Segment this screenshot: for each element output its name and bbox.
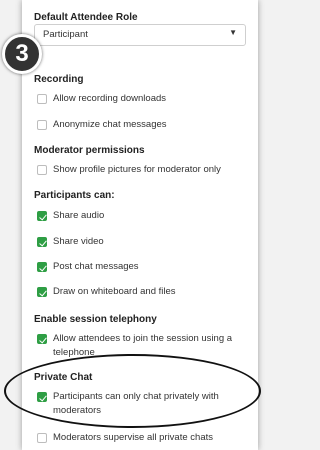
- telephone-join-checkbox[interactable]: [37, 334, 47, 344]
- session-settings-panel: Default Attendee Role Participant ▼ Reco…: [22, 0, 258, 450]
- recording-heading: Recording: [34, 74, 84, 85]
- default-role-heading: Default Attendee Role: [34, 12, 138, 23]
- draw-on-whiteboard-checkbox[interactable]: [37, 287, 47, 297]
- default-role-value: Participant: [43, 29, 88, 40]
- private-chat-heading: Private Chat: [34, 372, 93, 383]
- share-audio-checkbox[interactable]: [37, 211, 47, 221]
- allow-recording-downloads-label: Allow recording downloads: [53, 93, 167, 104]
- anonymize-chat-checkbox[interactable]: [37, 120, 47, 130]
- participants-can-heading: Participants can:: [34, 190, 115, 201]
- chat-only-moderators-checkbox[interactable]: [37, 392, 47, 402]
- share-video-checkbox[interactable]: [37, 237, 47, 247]
- step-number-badge: 3: [2, 34, 42, 74]
- default-role-select[interactable]: Participant ▼: [34, 24, 246, 46]
- telephone-join-label: Allow attendees to join the session usin…: [53, 333, 233, 358]
- allow-recording-downloads-checkbox[interactable]: [37, 94, 47, 104]
- show-profile-pictures-label: Show profile pictures for moderator only: [53, 164, 221, 175]
- moderators-supervise-label: Moderators supervise all private chats: [53, 432, 213, 443]
- share-video-label: Share video: [53, 236, 104, 247]
- post-chat-messages-checkbox[interactable]: [37, 262, 47, 272]
- draw-on-whiteboard-label: Draw on whiteboard and files: [53, 286, 176, 297]
- post-chat-messages-label: Post chat messages: [53, 261, 139, 272]
- show-profile-pictures-checkbox[interactable]: [37, 165, 47, 175]
- moderators-supervise-checkbox[interactable]: [37, 433, 47, 443]
- moderator-permissions-heading: Moderator permissions: [34, 145, 145, 156]
- caret-down-icon: ▼: [229, 28, 237, 37]
- chat-only-moderators-label: Participants can only chat privately wit…: [53, 391, 219, 416]
- anonymize-chat-label: Anonymize chat messages: [53, 119, 167, 130]
- chat-only-moderators-option[interactable]: Participants can only chat privately wit…: [34, 390, 250, 420]
- share-audio-label: Share audio: [53, 210, 105, 221]
- session-telephony-heading: Enable session telephony: [34, 314, 157, 325]
- telephone-join-option[interactable]: Allow attendees to join the session usin…: [34, 332, 250, 362]
